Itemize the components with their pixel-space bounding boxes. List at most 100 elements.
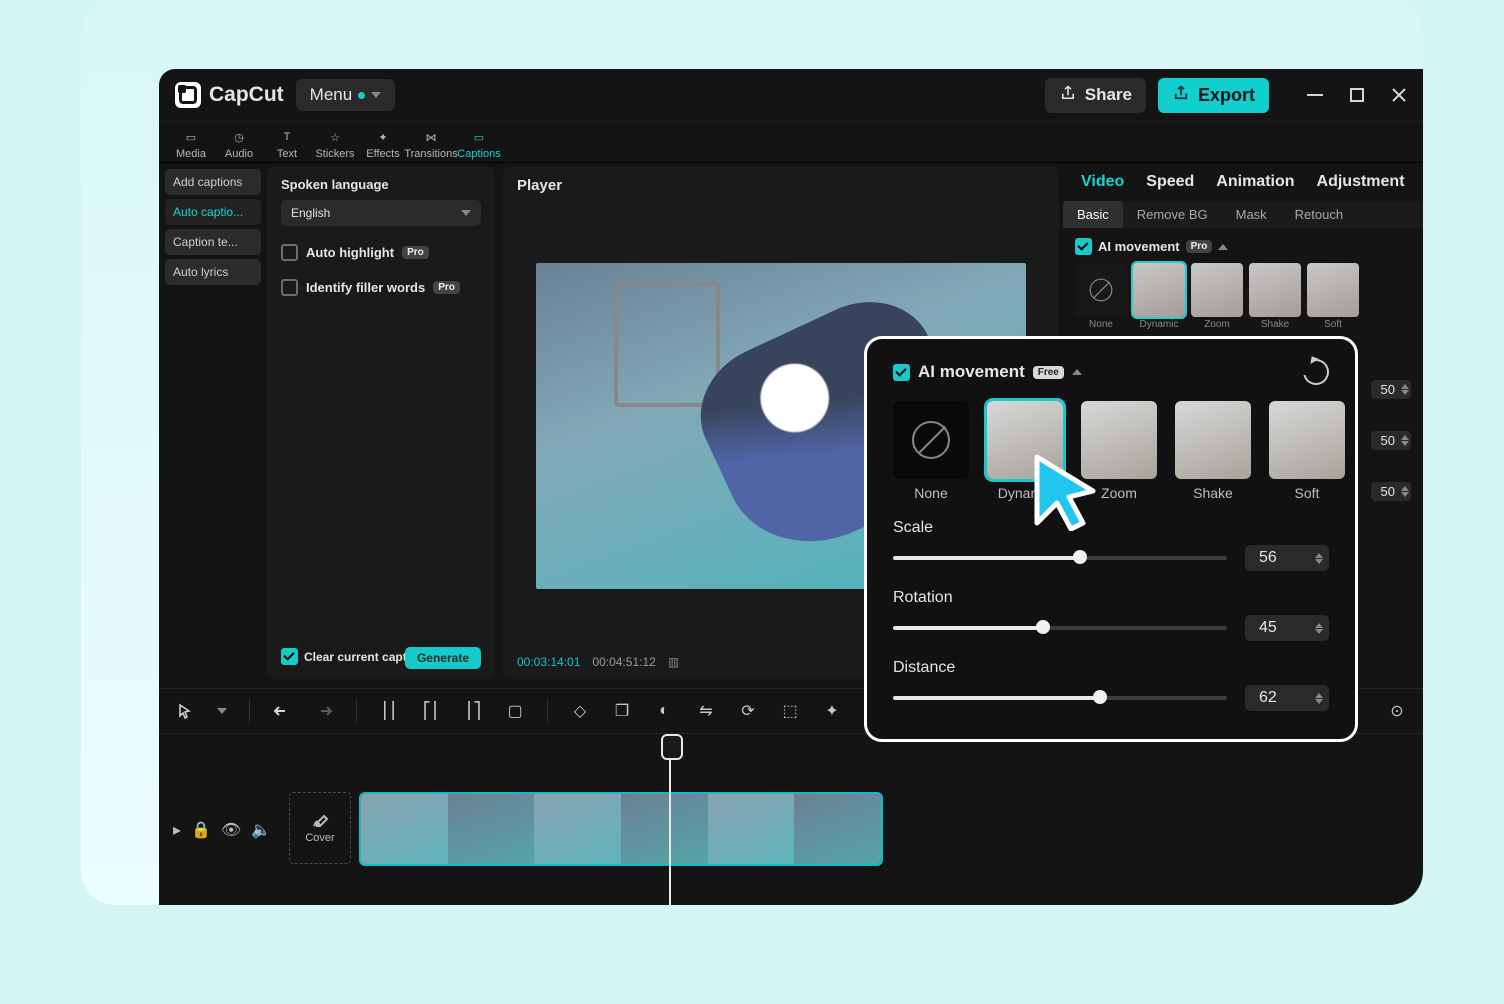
ai-option-label: Soft [1324,319,1342,330]
spinner-icon[interactable] [1315,553,1323,564]
mirror-icon[interactable]: ⇋ [696,701,716,721]
ai-popup-option-shake[interactable]: Shake [1175,401,1251,501]
auto-highlight-label: Auto highlight [306,245,394,260]
numeric-stepper[interactable]: 50 [1371,431,1411,450]
reset-icon[interactable] [1298,354,1334,390]
ai-popup-option-none[interactable]: None [893,401,969,501]
language-select[interactable]: English [281,200,481,226]
redo-icon[interactable] [314,701,334,721]
ai-option-shake[interactable]: Shake [1249,263,1301,330]
scale-stepper[interactable]: 56 [1245,545,1329,571]
inspector-subtab-basic[interactable]: Basic [1063,201,1123,228]
sidemenu-item[interactable]: Add captions [165,169,261,195]
ai-option-zoom[interactable]: Zoom [1191,263,1243,330]
sidemenu-item[interactable]: Auto captio... [165,199,261,225]
rotate-icon[interactable]: ⟳ [738,701,758,721]
spinner-icon[interactable] [1401,435,1409,446]
smart-icon[interactable]: ✦ [822,701,842,721]
delete-icon[interactable]: ▢ [505,701,525,721]
mark-icon[interactable]: ◇ [570,701,590,721]
rotation-stepper[interactable]: 45 [1245,615,1329,641]
trim-right-icon[interactable]: ⎮⎤ [463,701,483,721]
share-button[interactable]: Share [1045,78,1146,113]
ai-option-none[interactable]: None [1075,263,1127,330]
playhead[interactable] [669,734,671,905]
tool-tab-audio[interactable]: ◷Audio [215,128,263,160]
layer-icon[interactable]: ▸ [173,820,181,840]
spinner-icon[interactable] [1315,623,1323,634]
distance-slider[interactable] [893,696,1227,700]
export-button[interactable]: Export [1158,78,1269,113]
ai-option-soft[interactable]: Soft [1307,263,1359,330]
trim-left-icon[interactable]: ⎡⎮ [421,701,441,721]
ratio-icon[interactable]: ▥ [668,655,679,669]
inspector-tab-adjustment[interactable]: Adjustment [1317,173,1405,191]
sidemenu-item[interactable]: Caption te... [165,229,261,255]
tool-tab-text[interactable]: TText [263,128,311,160]
chevron-down-icon[interactable] [217,708,227,714]
ai-movement-popup: AI movement Free NoneDynamicZoomShakeSof… [864,336,1358,742]
copy-icon[interactable]: ❐ [612,701,632,721]
spinner-icon[interactable] [1401,384,1409,395]
cover-button[interactable]: Cover [289,792,351,864]
language-value: English [291,206,330,220]
menu-label: Menu [310,85,353,105]
ai-popup-option-soft[interactable]: Soft [1269,401,1345,501]
identify-filler-checkbox[interactable] [281,279,298,296]
ai-movement-checkbox[interactable] [1075,238,1092,255]
undo-icon[interactable] [272,701,292,721]
ai-popup-option-zoom[interactable]: Zoom [1081,401,1157,501]
tool-tab-captions[interactable]: ▭Captions [455,128,503,160]
tool-tab-label: Captions [457,148,500,160]
lock-icon[interactable]: 🔒 [191,820,211,840]
numeric-stepper[interactable]: 50 [1371,482,1411,501]
inspector-subtab-remove-bg[interactable]: Remove BG [1123,201,1222,228]
auto-highlight-checkbox[interactable] [281,244,298,261]
clear-captions-checkbox[interactable] [281,648,298,665]
spinner-icon[interactable] [1315,693,1323,704]
scale-slider[interactable] [893,556,1227,560]
chevron-up-icon[interactable] [1072,369,1082,375]
distance-stepper[interactable]: 62 [1245,685,1329,711]
pointer-tool-icon[interactable] [175,701,195,721]
ai-option-thumb [1307,263,1359,317]
inspector-tabs: Video Speed Animation Adjustment [1063,163,1423,201]
sidemenu-item[interactable]: Auto lyrics [165,259,261,285]
inspector-tab-video[interactable]: Video [1081,173,1124,191]
chevron-up-icon[interactable] [1218,244,1228,250]
timeline[interactable]: ▸ 🔒 👁 🔈 Cover [159,734,1423,905]
pro-badge: Pro [402,246,429,259]
tool-tab-media[interactable]: ▭Media [167,128,215,160]
share-label: Share [1085,85,1132,105]
tool-tab-label: Media [176,148,206,160]
ai-option-dynamic[interactable]: Dynamic [1133,263,1185,330]
inspector-subtab-mask[interactable]: Mask [1222,201,1281,228]
ai-popup-option-grid: NoneDynamicZoomShakeSoft [893,401,1329,501]
ai-option-label: None [1089,319,1113,330]
eye-icon[interactable]: 👁 [221,820,241,840]
record-icon[interactable]: ⊙ [1387,701,1407,721]
video-clip[interactable] [359,792,883,866]
numeric-stepper[interactable]: 50 [1371,380,1411,399]
tool-tab-stickers[interactable]: ☆Stickers [311,128,359,160]
stickers-icon: ☆ [325,128,345,146]
rotation-slider[interactable] [893,626,1227,630]
split-icon[interactable]: ⎮⎮ [379,701,399,721]
inspector-tab-animation[interactable]: Animation [1216,173,1294,191]
close-button[interactable] [1391,87,1407,103]
inspector-tab-speed[interactable]: Speed [1146,173,1194,191]
spinner-icon[interactable] [1401,486,1409,497]
generate-button[interactable]: Generate [405,647,481,669]
ai-option-thumb [1191,263,1243,317]
maximize-button[interactable] [1349,87,1365,103]
reverse-icon[interactable]: ◐ [654,701,674,721]
ai-movement-checkbox[interactable] [893,364,910,381]
tool-tab-effects[interactable]: ✦Effects [359,128,407,160]
tool-tab-transitions[interactable]: ⋈Transitions [407,128,455,160]
mute-icon[interactable]: 🔈 [251,820,271,840]
crop-icon[interactable]: ⬚ [780,701,800,721]
inspector-subtab-retouch[interactable]: Retouch [1281,201,1357,228]
menu-button[interactable]: Menu [296,79,396,111]
ai-popup-option-dynamic[interactable]: Dynamic [987,401,1063,501]
minimize-button[interactable] [1307,87,1323,103]
